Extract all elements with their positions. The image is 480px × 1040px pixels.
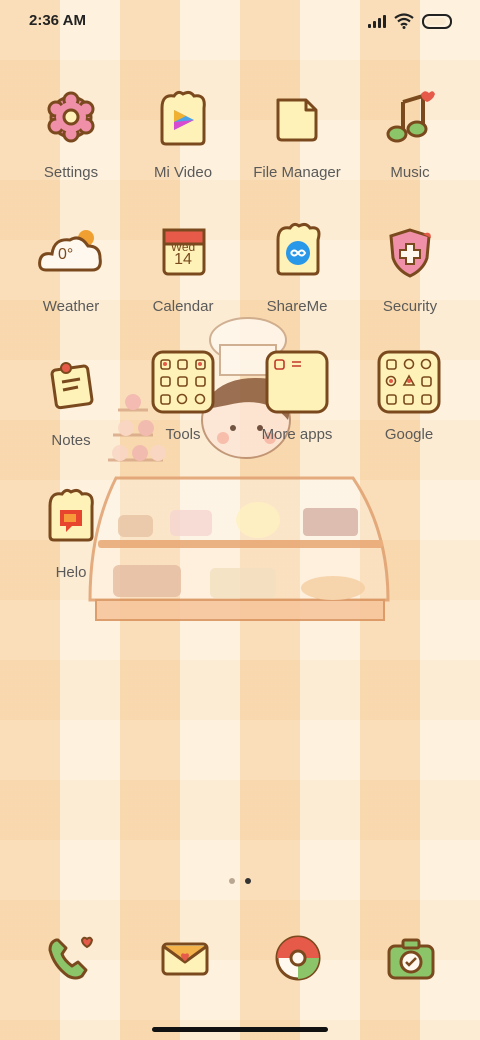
app-notes[interactable]: Notes <box>16 356 126 449</box>
app-folder-tools[interactable]: Tools <box>128 350 238 443</box>
status-bar: 2:36 AM <box>0 0 480 44</box>
folder-grid-icon <box>151 350 215 414</box>
app-music[interactable]: Music <box>355 88 465 181</box>
dock-phone[interactable] <box>44 932 96 984</box>
app-label: Helo <box>55 564 87 581</box>
app-settings[interactable]: Settings <box>16 88 126 181</box>
shield-icon <box>379 222 441 284</box>
app-label: Settings <box>43 164 99 181</box>
helo-icon <box>40 488 102 550</box>
app-security[interactable]: Security <box>355 222 465 315</box>
app-label: File Manager <box>253 164 341 181</box>
share-icon <box>266 222 328 284</box>
app-label: ShareMe <box>266 298 328 315</box>
wifi-icon <box>394 13 414 29</box>
calendar-icon: Wed 14 <box>152 222 214 284</box>
status-icons <box>368 13 452 29</box>
app-label: More apps <box>261 426 333 443</box>
signal-icon <box>368 14 386 28</box>
folder-icon <box>266 88 328 150</box>
page-dot[interactable] <box>229 878 235 884</box>
app-shareme[interactable]: ShareMe <box>242 222 352 315</box>
cloud-icon: 0° <box>38 222 102 284</box>
app-helo[interactable]: Helo <box>16 488 126 581</box>
clock: 2:36 AM <box>29 12 86 29</box>
video-icon <box>152 88 214 150</box>
browser-icon <box>275 935 321 981</box>
battery-icon <box>422 13 452 29</box>
phone-icon <box>48 936 94 980</box>
app-folder-more-apps[interactable]: More apps <box>242 350 352 443</box>
dock-camera[interactable] <box>385 932 437 984</box>
calendar-day-number: 14 <box>174 251 192 268</box>
page-dot-active[interactable] <box>245 878 251 884</box>
gear-icon <box>40 88 102 150</box>
weather-temp: 0° <box>58 246 74 263</box>
music-icon <box>379 88 441 150</box>
app-label: Mi Video <box>153 164 213 181</box>
message-icon <box>161 942 209 976</box>
camera-icon <box>387 938 435 980</box>
dock <box>0 930 480 990</box>
app-file-manager[interactable]: File Manager <box>242 88 352 181</box>
dock-messages[interactable] <box>159 932 211 984</box>
folder-grid-icon <box>377 350 441 414</box>
folder-grid-icon <box>265 350 329 414</box>
app-calendar[interactable]: Wed 14 Calendar <box>128 222 238 315</box>
app-mi-video[interactable]: Mi Video <box>128 88 238 181</box>
page-indicator <box>0 878 480 884</box>
home-indicator[interactable] <box>152 1027 328 1032</box>
app-label: Tools <box>165 426 201 443</box>
app-weather[interactable]: 0° Weather <box>16 222 126 315</box>
app-label: Music <box>390 164 430 181</box>
dock-browser[interactable] <box>272 932 324 984</box>
app-label: Google <box>384 426 434 443</box>
app-label: Calendar <box>152 298 214 315</box>
app-folder-google[interactable]: Google <box>354 350 464 443</box>
note-icon <box>40 356 102 418</box>
app-label: Weather <box>42 298 100 315</box>
app-label: Security <box>382 298 438 315</box>
app-label: Notes <box>51 432 91 449</box>
